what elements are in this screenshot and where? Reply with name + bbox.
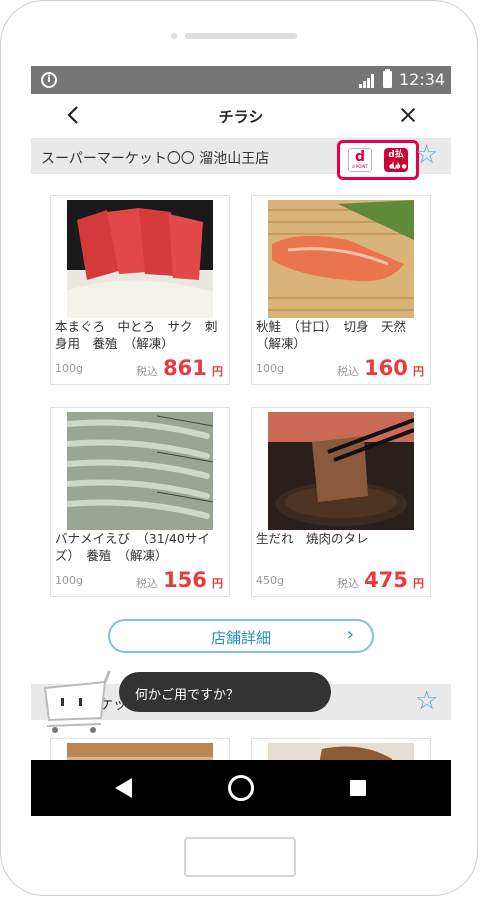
product-weight: 100g [55, 362, 83, 375]
assistant-bubble[interactable]: 何かご用ですか？ [119, 672, 331, 712]
product-weight: 100g [55, 574, 83, 587]
assistant-message: 何かご用ですか？ [135, 688, 240, 703]
tax-label: 税込 [336, 365, 359, 378]
price-block: 税込 475 円 [337, 568, 424, 592]
product-price: 475 [364, 568, 408, 592]
product-card[interactable]: 本まぐろ 中とろ サク 刺身用 養殖 （解凍） 100g 税込 861 円 [50, 195, 230, 385]
d-point-badge: d d POINT [348, 148, 372, 172]
tuna-photo [67, 200, 213, 318]
product-name: 生だれ 焼肉のタレ [256, 531, 369, 546]
status-bar: i 12:34 [31, 66, 451, 94]
product-card[interactable]: バナメイえび （31/40サイズ） 養殖 （解凍） 100g 税込 156 円 [50, 407, 230, 597]
system-nav-bar [31, 760, 451, 816]
signal-icon [359, 74, 374, 88]
product-card[interactable]: 秋鮭 （甘口） 切身 天然（解凍） 100g 税込 160 円 [251, 195, 431, 385]
page-title: チラシ [218, 108, 264, 126]
yakiniku-sauce-photo [268, 412, 414, 530]
d-point-glyph: d [354, 149, 366, 165]
price-block: 税込 156 円 [136, 568, 223, 592]
shrimp-photo [67, 412, 213, 530]
price-block: 税込 861 円 [136, 356, 223, 380]
info-icon: i [41, 72, 57, 88]
product-price: 156 [163, 568, 207, 592]
product-weight: 450g [256, 574, 284, 587]
screen: i 12:34 チラシ スーパーマーケット〇〇 溜池山王店 d d POINT … [31, 66, 451, 816]
product-price: 861 [163, 356, 207, 380]
price-unit: 円 [413, 577, 424, 590]
d-point-sub: d POINT [352, 164, 368, 169]
price-unit: 円 [212, 577, 223, 590]
tax-label: 税込 [336, 577, 359, 590]
shopping-cart-icon[interactable] [35, 668, 115, 734]
product-name: 本まぐろ 中とろ サク 刺身用 養殖 （解凍） [55, 319, 218, 351]
hardware-home-button[interactable] [184, 837, 296, 877]
status-time: 12:34 [399, 70, 446, 89]
payment-badges: d d POINT d払い ●●● [337, 140, 419, 180]
store-detail-button[interactable]: 店舗詳細 › [108, 619, 374, 653]
store-name: スーパーマーケット〇〇 溜池山王店 [41, 151, 270, 167]
price-unit: 円 [212, 365, 223, 378]
product-name: 秋鮭 （甘口） 切身 天然（解凍） [256, 319, 407, 351]
phone-frame: i 12:34 チラシ スーパーマーケット〇〇 溜池山王店 d d POINT … [0, 0, 478, 896]
tax-label: 税込 [135, 577, 158, 590]
nav-recent-apps-icon[interactable] [350, 780, 366, 796]
battery-icon [383, 69, 392, 88]
nav-back-icon[interactable] [115, 778, 132, 798]
tax-label: 税込 [135, 365, 158, 378]
speaker [185, 33, 297, 39]
close-icon[interactable] [399, 106, 419, 126]
product-card[interactable]: 生だれ 焼肉のタレ 450g 税込 475 円 [251, 407, 431, 597]
chevron-right-icon: › [346, 624, 354, 645]
salmon-photo [268, 200, 414, 318]
favorite-star-icon[interactable]: ☆ [415, 142, 438, 168]
d-pay-dots: ●●● [389, 163, 408, 170]
store-bar: スーパーマーケット〇〇 溜池山王店 d d POINT d払い ●●● ☆ [31, 138, 451, 180]
product-name: バナメイえび （31/40サイズ） 養殖 （解凍） [55, 531, 210, 563]
d-pay-badge: d払い ●●● [384, 148, 408, 172]
favorite-star-icon[interactable]: ☆ [415, 688, 438, 714]
price-unit: 円 [413, 365, 424, 378]
store-detail-label: 店舗詳細 [210, 629, 271, 647]
app-header: チラシ [31, 94, 451, 138]
price-block: 税込 160 円 [337, 356, 424, 380]
nav-home-icon[interactable] [228, 775, 254, 801]
camera [171, 33, 177, 39]
product-price: 160 [364, 356, 408, 380]
product-weight: 100g [256, 362, 284, 375]
